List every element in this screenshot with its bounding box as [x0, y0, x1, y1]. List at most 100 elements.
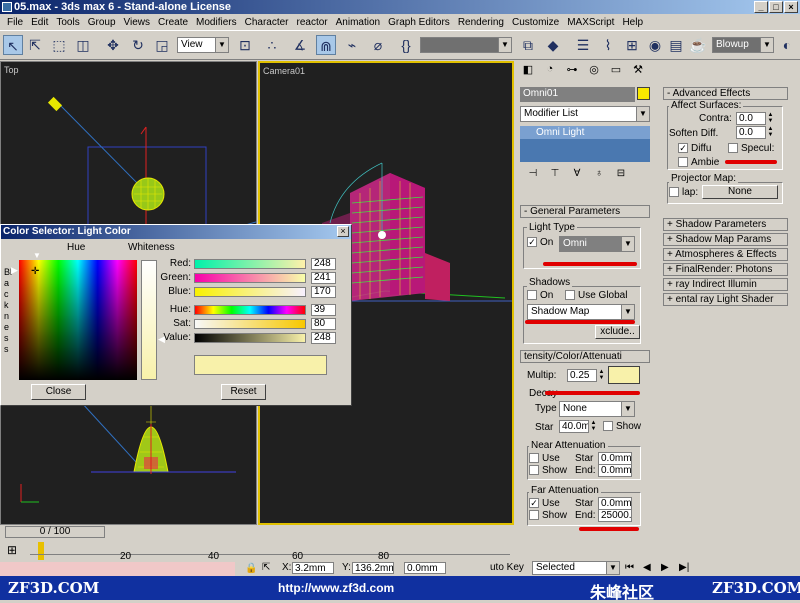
- render-last-icon[interactable]: ◐: [777, 35, 797, 55]
- hue-marker-icon[interactable]: ▼: [33, 251, 41, 260]
- menu-item[interactable]: reactor: [293, 17, 332, 28]
- general-parameters-rollout[interactable]: - General Parameters: [520, 205, 650, 218]
- menu-item[interactable]: Graph Editors: [384, 17, 454, 28]
- light-type-dropdown[interactable]: Omni ▼: [559, 236, 635, 252]
- layers-icon[interactable]: ☰: [573, 35, 593, 55]
- red-field[interactable]: 248: [311, 258, 336, 270]
- z-coordinate-field[interactable]: 0.0mm: [404, 562, 446, 574]
- menu-item[interactable]: Character: [241, 17, 293, 28]
- soften-field[interactable]: 0.0: [736, 126, 766, 139]
- minimize-button[interactable]: _: [754, 1, 768, 13]
- color-selector-close-icon[interactable]: ×: [337, 226, 349, 237]
- specular-checkbox[interactable]: Specul:: [728, 143, 774, 154]
- next-frame-icon[interactable]: ▶|: [679, 562, 689, 573]
- near-use-checkbox[interactable]: Use: [529, 453, 560, 464]
- contrast-spinner[interactable]: ▲ ▼: [767, 112, 774, 125]
- window-crossing-icon[interactable]: ◫: [73, 35, 93, 55]
- use-global-checkbox[interactable]: Use Global: [565, 290, 627, 301]
- multiplier-spinner[interactable]: ▲ ▼: [598, 369, 605, 382]
- menu-item[interactable]: Help: [618, 17, 647, 28]
- diffuse-checkbox[interactable]: ✓ Diffu: [678, 143, 711, 154]
- show-end-result-icon[interactable]: ⊤: [547, 168, 563, 182]
- x-coordinate-field[interactable]: 3.2mm: [292, 562, 334, 574]
- near-end-field[interactable]: 0.0mm: [598, 464, 632, 477]
- green-field[interactable]: 241: [311, 272, 336, 284]
- hue-field[interactable]: 39: [311, 304, 336, 316]
- pivot-icon[interactable]: ⊡: [235, 35, 255, 55]
- track-bar[interactable]: ⊞ 20 40 60 80: [0, 540, 515, 562]
- menu-item[interactable]: Modifiers: [192, 17, 241, 28]
- menu-item[interactable]: Views: [120, 17, 155, 28]
- shadows-on-checkbox[interactable]: On: [527, 290, 553, 301]
- align-icon[interactable]: ◆: [543, 35, 563, 55]
- open-mini-curve-editor-icon[interactable]: ⊞: [2, 543, 22, 559]
- projector-map-button[interactable]: None: [702, 185, 778, 199]
- far-use-checkbox[interactable]: ✓ Use: [529, 498, 560, 509]
- maximize-button[interactable]: □: [769, 1, 783, 13]
- mirror-icon[interactable]: ⧉: [518, 35, 538, 55]
- far-end-field[interactable]: 25000.: [598, 509, 632, 522]
- menu-item[interactable]: Tools: [52, 17, 83, 28]
- unlink-icon[interactable]: ⌀: [368, 35, 388, 55]
- remove-modifier-icon[interactable]: ♁: [591, 168, 607, 182]
- absolute-mode-icon[interactable]: ⇱: [262, 562, 270, 573]
- light-color-swatch[interactable]: [608, 366, 640, 384]
- menu-item[interactable]: Customize: [508, 17, 563, 28]
- key-mode-dropdown[interactable]: Selected ▼: [532, 561, 620, 575]
- y-coordinate-field[interactable]: 136.2mm: [352, 562, 394, 574]
- decay-start-field[interactable]: 40.0m: [559, 420, 589, 433]
- quick-render-icon[interactable]: ☕: [688, 35, 708, 55]
- collapsed-rollout[interactable]: + FinalRender: Photons: [663, 263, 788, 276]
- close-button[interactable]: Close: [31, 384, 86, 400]
- material-editor-icon[interactable]: ◉: [645, 35, 665, 55]
- menu-item[interactable]: MAXScript: [563, 17, 618, 28]
- ambient-checkbox[interactable]: Ambie: [678, 157, 719, 168]
- display-tab-icon[interactable]: ▭: [606, 63, 626, 79]
- collapsed-rollout[interactable]: + Shadow Map Params: [663, 233, 788, 246]
- configure-sets-icon[interactable]: ⊟: [613, 168, 629, 182]
- collapsed-rollout[interactable]: + ray Indirect Illumin: [663, 278, 788, 291]
- region-select-icon[interactable]: ⬚: [49, 35, 69, 55]
- decay-type-dropdown[interactable]: None ▼: [559, 401, 635, 417]
- shadow-type-dropdown[interactable]: Shadow Map ▼: [527, 304, 635, 320]
- schematic-icon[interactable]: ⊞: [622, 35, 642, 55]
- snap-3d-icon[interactable]: ∴: [262, 35, 282, 55]
- utilities-tab-icon[interactable]: ⚒: [628, 63, 648, 79]
- sat-slider[interactable]: [194, 319, 306, 329]
- modifier-list-dropdown[interactable]: Modifier List ▼: [520, 106, 650, 122]
- far-show-checkbox[interactable]: Show: [529, 510, 567, 521]
- time-slider[interactable]: 0 / 100: [0, 525, 515, 539]
- projector-map-checkbox[interactable]: lap:: [669, 187, 698, 198]
- intensity-rollout[interactable]: tensity/Color/Attenuati: [520, 350, 650, 363]
- menu-item[interactable]: Animation: [332, 17, 384, 28]
- value-slider[interactable]: [194, 333, 306, 343]
- hierarchy-tab-icon[interactable]: ⊶: [562, 63, 582, 79]
- scale-icon[interactable]: ◲: [152, 35, 172, 55]
- pin-stack-icon[interactable]: ⊣: [525, 168, 541, 182]
- magnet-icon[interactable]: ⋒: [316, 35, 336, 55]
- stack-item-omni-light[interactable]: Omni Light: [520, 126, 650, 139]
- auto-key-button[interactable]: uto Key: [490, 562, 524, 573]
- near-show-checkbox[interactable]: Show: [529, 465, 567, 476]
- motion-tab-icon[interactable]: ◎: [584, 63, 604, 79]
- light-on-checkbox[interactable]: ✓ On: [527, 237, 553, 248]
- value-field[interactable]: 248: [311, 332, 336, 344]
- hue-blackness-picker[interactable]: ✛: [19, 260, 137, 380]
- object-color-swatch[interactable]: [637, 87, 650, 100]
- collapsed-rollout[interactable]: + ental ray Light Shader: [663, 293, 788, 306]
- multiplier-field[interactable]: 0.25: [567, 369, 597, 382]
- hue-slider[interactable]: [194, 305, 306, 315]
- sat-field[interactable]: 80: [311, 318, 336, 330]
- menu-item[interactable]: Create: [154, 17, 192, 28]
- collapsed-rollout[interactable]: + Shadow Parameters: [663, 218, 788, 231]
- angle-snap-icon[interactable]: ∡: [290, 35, 310, 55]
- maxscript-listener[interactable]: [0, 562, 235, 576]
- exclude-button[interactable]: xclude..: [595, 325, 640, 339]
- select-object-icon[interactable]: ↖: [3, 35, 23, 55]
- goto-start-icon[interactable]: ⏮: [625, 562, 634, 573]
- footer-url[interactable]: http://www.zf3d.com: [278, 581, 394, 595]
- reference-coordinate-dropdown[interactable]: View ▼: [177, 37, 229, 53]
- collapsed-rollout[interactable]: + Atmospheres & Effects: [663, 248, 788, 261]
- prev-frame-icon[interactable]: ◀: [643, 562, 651, 573]
- named-selection-icon[interactable]: {}: [396, 35, 416, 55]
